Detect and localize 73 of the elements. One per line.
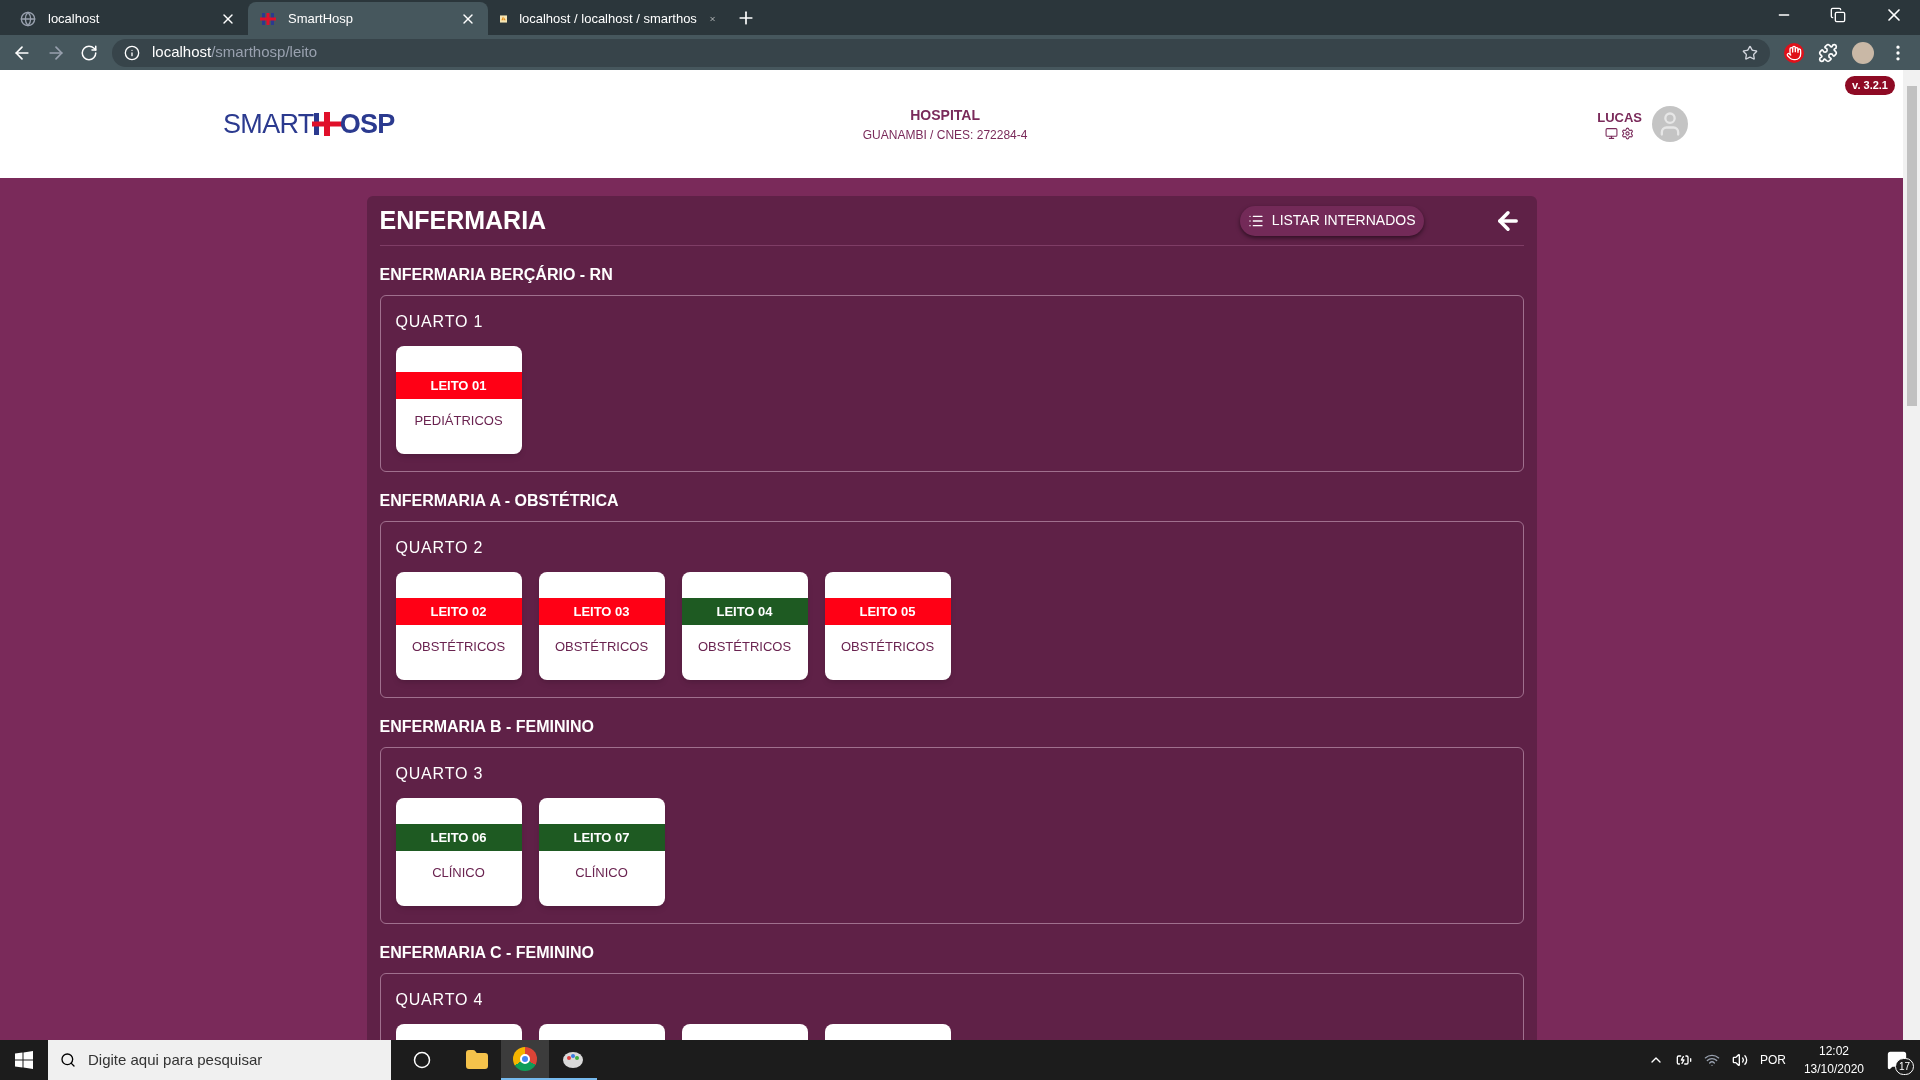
smarthosp-logo[interactable]: SMART OSP: [223, 103, 523, 145]
browser-tab[interactable]: localhost: [8, 2, 248, 35]
wifi-icon[interactable]: [1703, 1052, 1720, 1068]
profile-avatar[interactable]: [1852, 41, 1874, 64]
bed-label: LEITO 03: [538, 598, 665, 625]
ward-title: ENFERMARIA C - FEMININO: [379, 943, 595, 963]
star-icon[interactable]: [1742, 44, 1758, 61]
hospital-location: GUANAMBI / CNES: 272284-4: [862, 126, 1028, 144]
hand-icon[interactable]: [1784, 42, 1804, 63]
bed-label: LEITO 01: [395, 372, 522, 399]
bed-card[interactable]: LEITO 07 CLÍNICO: [538, 798, 665, 906]
bed-card[interactable]: [395, 1024, 522, 1040]
browser-tab[interactable]: localhost / localhost / smarthos: [488, 2, 728, 35]
scrollbar[interactable]: [1903, 70, 1920, 1040]
room-title: QUARTO 4: [395, 990, 485, 1010]
bed-type: OBSTÉTRICOS: [696, 638, 793, 656]
room-title: QUARTO 1: [395, 312, 485, 332]
info-icon: [124, 44, 140, 61]
list-inpatients-button[interactable]: LISTAR INTERNADOS: [1239, 205, 1424, 236]
user-name: LUCAS: [1597, 108, 1642, 127]
volume-icon[interactable]: [1731, 1052, 1748, 1068]
bed-card[interactable]: LEITO 01 PEDIÁTRICOS: [395, 346, 522, 454]
bed-label: LEITO 02: [395, 598, 522, 625]
url-text: localhost/smarthosp/leito: [152, 42, 319, 63]
version-badge: v. 3.2.1: [1845, 76, 1895, 95]
ward-title: ENFERMARIA A - OBSTÉTRICA: [379, 490, 620, 511]
tab-title: localhost / localhost / smarthos: [519, 9, 697, 28]
language-indicator[interactable]: POR: [1759, 1051, 1786, 1069]
bed-type: PEDIÁTRICOS: [413, 412, 504, 430]
taskbar-search-field[interactable]: Digite aqui para pesquisar: [48, 1040, 391, 1080]
bed-label: LEITO 06: [395, 824, 522, 851]
chrome-icon[interactable]: [513, 1047, 537, 1071]
bed-card[interactable]: LEITO 04 OBSTÉTRICOS: [681, 572, 808, 680]
bed-card[interactable]: [681, 1024, 808, 1040]
bed-type: CLÍNICO: [574, 864, 629, 882]
tab-title: SmartHosp: [288, 9, 355, 28]
bed-card[interactable]: LEITO 03 OBSTÉTRICOS: [538, 572, 665, 680]
windows-icon[interactable]: [15, 1051, 33, 1069]
bed-card[interactable]: [538, 1024, 665, 1040]
ward-title: ENFERMARIA B - FEMININO: [379, 717, 595, 737]
settings-icon[interactable]: [1621, 127, 1635, 141]
url-field[interactable]: localhost/smarthosp/leito: [112, 38, 1770, 67]
bed-card[interactable]: LEITO 02 OBSTÉTRICOS: [395, 572, 522, 680]
bed-card[interactable]: [824, 1024, 951, 1040]
bed-card[interactable]: LEITO 05 OBSTÉTRICOS: [824, 572, 951, 680]
room-title: QUARTO 3: [395, 764, 485, 784]
bed-type: CLÍNICO: [431, 864, 486, 882]
battery-icon[interactable]: [1675, 1052, 1692, 1068]
bed-label: LEITO 07: [538, 824, 665, 851]
bed-label: LEITO 04: [681, 598, 808, 625]
bed-card[interactable]: LEITO 06 CLÍNICO: [395, 798, 522, 906]
clock-date[interactable]: 13/10/2020: [1803, 1060, 1864, 1078]
monitor-icon[interactable]: [1605, 127, 1619, 141]
room-title: QUARTO 2: [395, 538, 485, 558]
restore-icon[interactable]: [1830, 7, 1846, 23]
folder-icon[interactable]: [465, 1048, 489, 1072]
globe-icon: [20, 10, 36, 27]
bed-type: OBSTÉTRICOS: [410, 638, 507, 656]
puzzle-icon[interactable]: [1818, 42, 1838, 63]
clock-time[interactable]: 12:02: [1818, 1042, 1849, 1060]
tab-title: localhost: [48, 9, 101, 28]
ward-title: ENFERMARIA BERÇÁRIO - RN: [379, 264, 614, 285]
notification-count: 17: [1894, 1058, 1914, 1075]
bed-type: OBSTÉTRICOS: [839, 638, 936, 656]
reload-icon[interactable]: [80, 43, 98, 62]
bed-type: OBSTÉTRICOS: [553, 638, 650, 656]
cross-logo-icon: [260, 10, 276, 27]
browser-tab[interactable]: SmartHosp: [248, 2, 488, 35]
page-title: ENFERMARIA: [379, 204, 548, 236]
bed-label: LEITO 05: [824, 598, 951, 625]
hospital-name: HOSPITAL: [910, 105, 980, 125]
search-icon: [60, 1052, 76, 1068]
cortana-icon[interactable]: [413, 1051, 431, 1069]
